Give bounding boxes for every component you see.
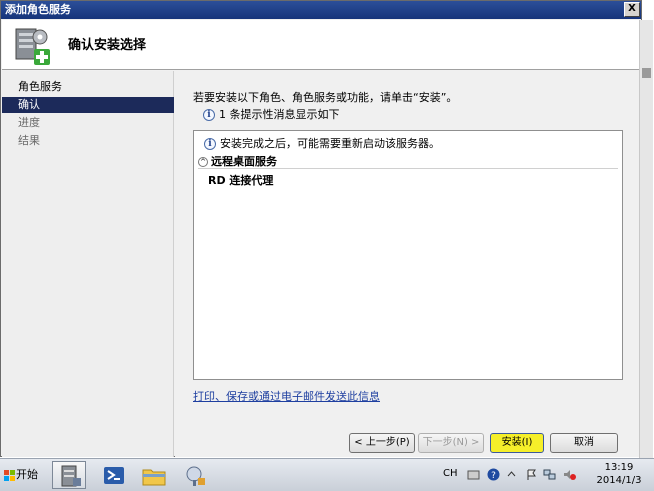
next-button[interactable]: 下一步(N) > — [418, 433, 484, 453]
section-header-rds[interactable]: ^ 远程桌面服务 — [198, 155, 618, 169]
nav-item-role-services[interactable]: 角色服务 — [2, 79, 174, 95]
wizard-header: 确认安装选择 — [2, 20, 640, 70]
instruction-text: 若要安装以下角色、角色服务或功能，请单击“安装”。 — [193, 91, 458, 104]
print-save-email-link[interactable]: 打印、保存或通过电子邮件发送此信息 — [193, 388, 380, 404]
system-tray: CH ? 13:19 2014/1/3 — [437, 462, 654, 489]
close-button[interactable]: X — [624, 2, 640, 17]
button-row: < 上一步(P) 下一步(N) > 安装(I) 取消 — [175, 431, 639, 457]
prev-button[interactable]: < 上一步(P) — [349, 433, 415, 453]
page-title: 确认安装选择 — [68, 38, 147, 53]
scroll-thumb[interactable] — [642, 68, 651, 78]
window-title: 添加角色服务 — [5, 3, 71, 16]
info-icon: i — [204, 138, 216, 150]
language-indicator[interactable]: CH — [443, 468, 458, 479]
info-icon: i — [203, 109, 215, 121]
taskbar-rd-manager[interactable] — [178, 461, 212, 489]
tray-expand-icon[interactable] — [505, 468, 518, 481]
selection-details-box[interactable]: i 安装完成之后，可能需要重新启动该服务器。 ^ 远程桌面服务 RD 连接代理 — [193, 130, 623, 380]
clock-date: 2014/1/3 — [596, 475, 642, 486]
restart-notice-text: 安装完成之后，可能需要重新启动该服务器。 — [220, 137, 440, 150]
volume-muted-icon[interactable] — [563, 468, 576, 481]
taskbar-powershell[interactable] — [96, 461, 130, 489]
help-icon[interactable]: ? — [487, 468, 500, 481]
wizard-nav: 角色服务 确认 进度 结果 — [2, 71, 174, 457]
start-label: 开始 — [16, 468, 38, 481]
message-count-text: 1 条提示性消息显示如下 — [219, 108, 340, 121]
nav-item-confirmation[interactable]: 确认 — [2, 97, 174, 113]
taskbar: 开始 CH ? 13:19 2014/1/3 — [0, 458, 654, 491]
clock[interactable]: 13:19 2014/1/3 — [589, 461, 649, 487]
content-pane: 若要安装以下角色、角色服务或功能，请单击“安装”。 i1 条提示性消息显示如下 … — [175, 71, 639, 457]
start-button[interactable]: 开始 — [0, 463, 42, 487]
remote-desktop-icon — [186, 466, 205, 486]
add-role-services-dialog: 添加角色服务 X 确认安装选择 角色服务 确认 进度 结果 若要安装以下角色、角… — [0, 0, 653, 458]
title-bar[interactable]: 添加角色服务 X — [1, 1, 641, 19]
vertical-scrollbar[interactable] — [639, 20, 653, 458]
cancel-button[interactable]: 取消 — [550, 433, 618, 453]
action-center-flag-icon[interactable] — [525, 468, 538, 481]
nav-item-results: 结果 — [18, 134, 40, 147]
network-icon[interactable] — [543, 468, 556, 481]
install-button[interactable]: 安装(I) — [490, 433, 544, 453]
clock-time: 13:19 — [604, 462, 634, 473]
windows-logo-icon — [4, 469, 15, 481]
server-role-icon — [15, 28, 50, 65]
nav-item-progress: 进度 — [18, 116, 40, 129]
section-title: 远程桌面服务 — [211, 155, 277, 168]
taskbar-explorer[interactable] — [136, 461, 170, 489]
restart-notice: i 安装完成之后，可能需要重新启动该服务器。 — [204, 137, 440, 151]
server-manager-icon — [61, 465, 81, 487]
message-count: i 1 条提示性消息显示如下 — [203, 108, 340, 122]
folder-icon — [142, 469, 166, 486]
powershell-icon — [104, 467, 124, 484]
role-service-item: RD 连接代理 — [208, 174, 274, 187]
taskbar-server-manager[interactable] — [52, 461, 86, 489]
collapse-icon[interactable]: ^ — [198, 157, 208, 167]
keyboard-icon[interactable] — [467, 468, 480, 481]
svg-text:?: ? — [491, 471, 496, 481]
